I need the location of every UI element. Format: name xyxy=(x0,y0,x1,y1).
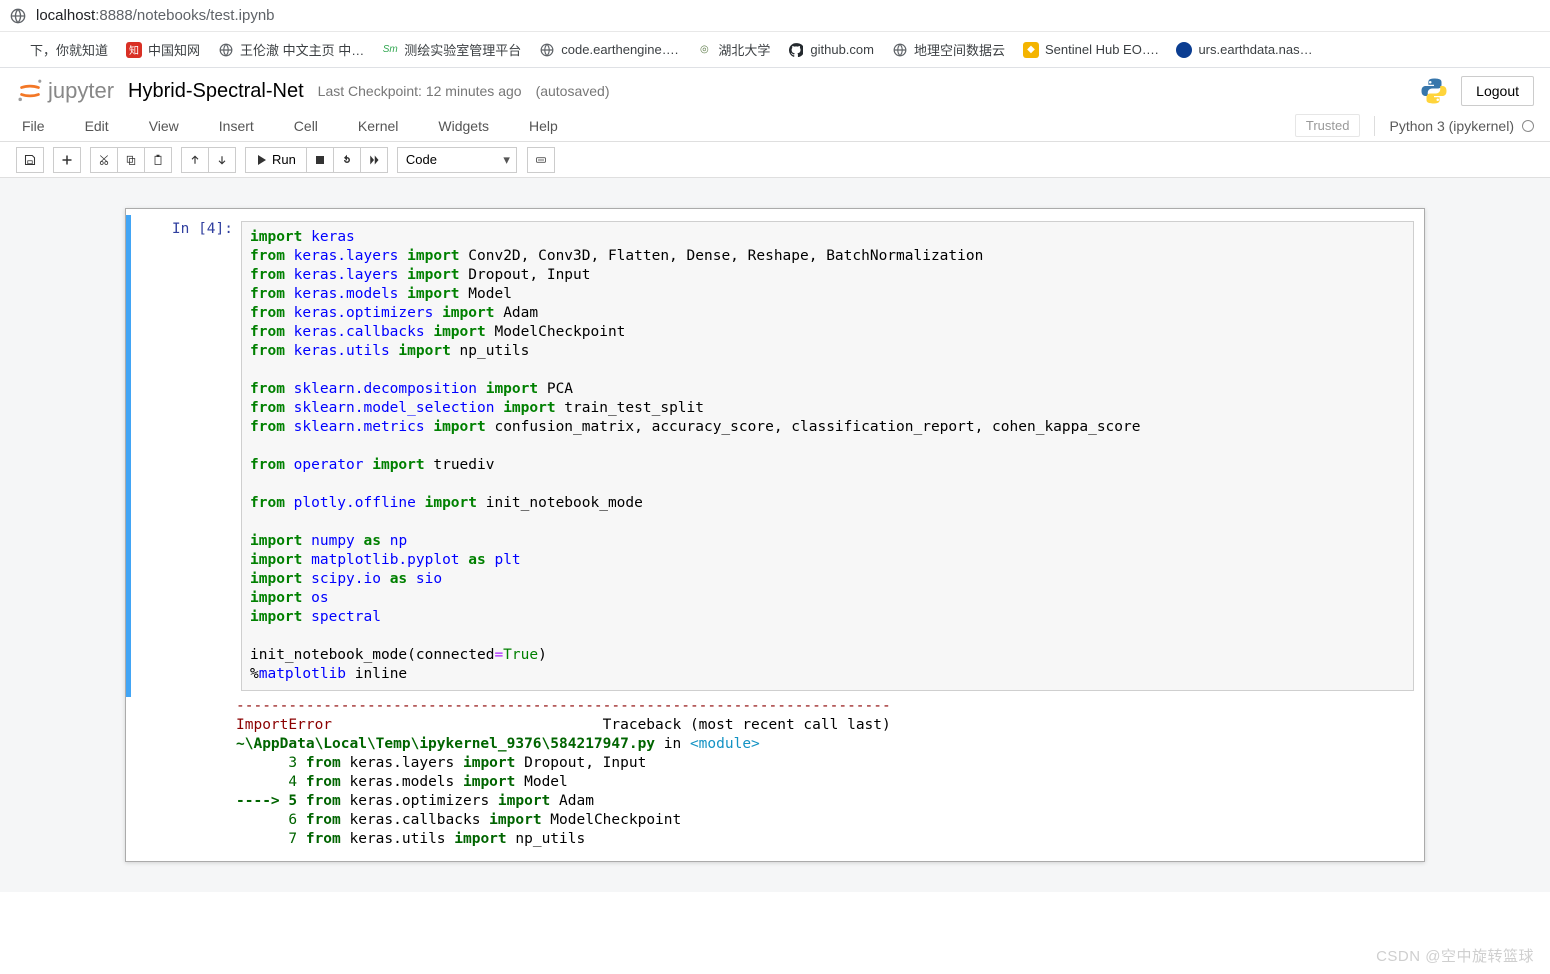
code-cell[interactable]: In [4]: import keras from keras.layers i… xyxy=(126,215,1424,697)
bookmark-favicon xyxy=(8,42,24,58)
menu-bar: FileEditViewInsertCellKernelWidgetsHelp … xyxy=(0,110,1550,142)
menu-edit[interactable]: Edit xyxy=(79,115,115,137)
bookmark-favicon xyxy=(788,42,804,58)
menu-insert[interactable]: Insert xyxy=(213,115,260,137)
menu-help[interactable]: Help xyxy=(523,115,564,137)
cell-type-select[interactable]: Code xyxy=(397,147,517,173)
bookmark-label: 测绘实验室管理平台 xyxy=(404,40,521,59)
cell-type-label: Code xyxy=(406,152,437,167)
bookmark-item[interactable]: urs.earthdata.nas… xyxy=(1176,42,1312,58)
bookmark-item[interactable]: 下，你就知道 xyxy=(8,40,108,59)
menu-kernel[interactable]: Kernel xyxy=(352,115,404,137)
kernel-status-icon xyxy=(1522,120,1534,132)
notebook-header: jupyter Hybrid-Spectral-Net Last Checkpo… xyxy=(0,68,1550,110)
bookmark-favicon: ◎ xyxy=(696,42,712,58)
globe-icon xyxy=(10,8,26,24)
insert-cell-button[interactable] xyxy=(53,147,81,173)
kernel-indicator[interactable]: Python 3 (ipykernel) xyxy=(1389,118,1534,134)
move-down-button[interactable] xyxy=(208,147,236,173)
bookmark-label: 湖北大学 xyxy=(718,40,770,59)
checkpoint-text: Last Checkpoint: 12 minutes ago xyxy=(318,83,522,99)
bookmark-label: Sentinel Hub EO…. xyxy=(1045,42,1158,57)
bookmark-label: 王伦澈 中文主页 中… xyxy=(240,40,364,59)
bookmark-item[interactable]: ◆ Sentinel Hub EO…. xyxy=(1023,42,1158,58)
bookmark-favicon xyxy=(892,42,908,58)
bookmark-item[interactable]: 知中国知网 xyxy=(126,40,200,59)
bookmark-favicon xyxy=(1176,42,1192,58)
autosave-text: (autosaved) xyxy=(536,83,610,99)
bookmark-item[interactable]: 王伦澈 中文主页 中… xyxy=(218,40,364,59)
bookmark-label: github.com xyxy=(810,42,874,57)
save-button[interactable] xyxy=(16,147,44,173)
command-palette-button[interactable] xyxy=(527,147,555,173)
restart-run-all-button[interactable] xyxy=(360,147,388,173)
browser-address-bar: localhost:8888/notebooks/test.ipynb xyxy=(0,0,1550,32)
bookmark-item[interactable]: github.com xyxy=(788,42,874,58)
run-label: Run xyxy=(272,152,296,167)
cut-button[interactable] xyxy=(90,147,118,173)
restart-button[interactable] xyxy=(333,147,361,173)
bookmark-item[interactable]: code.earthengine…. xyxy=(539,42,678,58)
code-editor[interactable]: import keras from keras.layers import Co… xyxy=(241,221,1414,691)
bookmark-item[interactable]: ◎ 湖北大学 xyxy=(696,40,770,59)
bookmark-favicon xyxy=(218,42,234,58)
bookmark-label: 地理空间数据云 xyxy=(914,40,1005,59)
menu-cell[interactable]: Cell xyxy=(288,115,324,137)
menu-view[interactable]: View xyxy=(143,115,185,137)
copy-button[interactable] xyxy=(117,147,145,173)
menu-widgets[interactable]: Widgets xyxy=(432,115,495,137)
bookmark-label: urs.earthdata.nas… xyxy=(1198,42,1312,57)
python-logo-icon xyxy=(1419,76,1449,106)
jupyter-logo[interactable]: jupyter xyxy=(16,77,114,105)
bookmark-item[interactable]: 地理空间数据云 xyxy=(892,40,1005,59)
logout-button[interactable]: Logout xyxy=(1461,76,1534,106)
menu-file[interactable]: File xyxy=(16,115,51,137)
jupyter-logo-text: jupyter xyxy=(48,78,114,104)
bookmark-favicon xyxy=(539,42,555,58)
trusted-indicator[interactable]: Trusted xyxy=(1295,114,1361,137)
bookmark-label: 中国知网 xyxy=(148,40,200,59)
bookmark-favicon: ◆ xyxy=(1023,42,1039,58)
interrupt-button[interactable] xyxy=(306,147,334,173)
separator xyxy=(1374,116,1375,136)
bookmark-item[interactable]: Sm 测绘实验室管理平台 xyxy=(382,40,521,59)
notebook-area: In [4]: import keras from keras.layers i… xyxy=(0,178,1550,892)
watermark-text: CSDN @空中旋转篮球 xyxy=(1376,945,1534,966)
output-area: ----------------------------------------… xyxy=(236,697,1424,855)
notebook-container: In [4]: import keras from keras.layers i… xyxy=(125,208,1425,862)
bookmark-label: code.earthengine…. xyxy=(561,42,678,57)
notebook-name[interactable]: Hybrid-Spectral-Net xyxy=(128,80,304,103)
bookmarks-bar: 下，你就知道知中国知网王伦澈 中文主页 中…Sm测绘实验室管理平台code.ea… xyxy=(0,32,1550,68)
move-up-button[interactable] xyxy=(181,147,209,173)
kernel-name: Python 3 (ipykernel) xyxy=(1389,118,1514,134)
bookmark-favicon: 知 xyxy=(126,42,142,58)
paste-button[interactable] xyxy=(144,147,172,173)
address-url[interactable]: localhost:8888/notebooks/test.ipynb xyxy=(36,7,275,24)
bookmark-label: 下，你就知道 xyxy=(30,40,108,59)
run-button[interactable]: Run xyxy=(245,147,307,173)
input-prompt: In [4]: xyxy=(131,215,241,697)
toolbar: Run Code xyxy=(0,142,1550,178)
bookmark-favicon: Sm xyxy=(382,42,398,58)
